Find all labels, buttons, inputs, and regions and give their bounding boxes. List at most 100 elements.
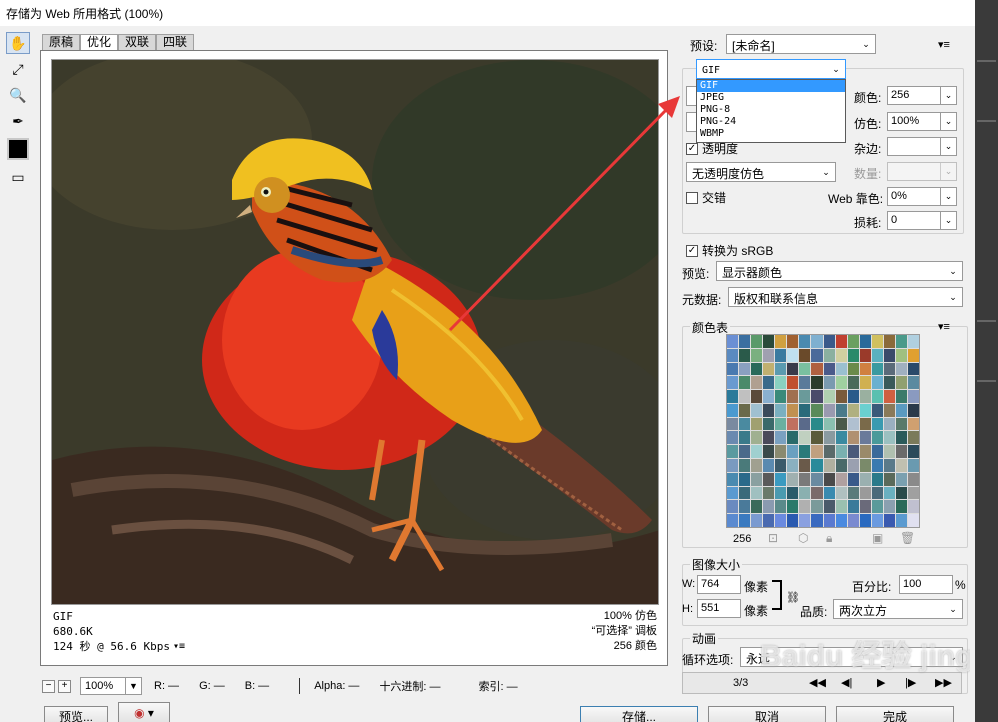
palette-swatch[interactable]: [859, 472, 871, 486]
palette-swatch[interactable]: [835, 403, 847, 417]
palette-swatch[interactable]: [907, 500, 919, 514]
save-button[interactable]: 存储...: [580, 706, 698, 722]
palette-swatch[interactable]: [811, 500, 823, 514]
palette-swatch[interactable]: [811, 514, 823, 527]
interlaced-checkbox[interactable]: 交错: [686, 189, 726, 206]
palette-swatch[interactable]: [907, 362, 919, 376]
palette-swatch[interactable]: [727, 459, 739, 472]
palette-swatch[interactable]: [835, 376, 847, 390]
palette-swatch[interactable]: [739, 514, 751, 527]
palette-swatch[interactable]: [823, 431, 835, 445]
color-palette-grid[interactable]: [726, 334, 920, 528]
palette-swatch[interactable]: [895, 403, 907, 417]
palette-swatch[interactable]: [763, 459, 775, 472]
palette-swatch[interactable]: [835, 500, 847, 514]
palette-swatch[interactable]: [883, 417, 895, 431]
palette-swatch[interactable]: [775, 445, 787, 459]
amount-input[interactable]: ⌄: [887, 162, 957, 181]
palette-swatch[interactable]: [859, 459, 871, 472]
palette-swatch[interactable]: [739, 431, 751, 445]
palette-swatch[interactable]: [811, 486, 823, 500]
quality-select[interactable]: 两次立方 ⌄: [833, 599, 963, 619]
transparency-dither-select[interactable]: 无透明度仿色 ⌄: [686, 162, 836, 182]
width-input[interactable]: 764: [697, 575, 741, 594]
tab-4-up[interactable]: 四联: [156, 34, 195, 50]
palette-swatch[interactable]: [823, 417, 835, 431]
palette-swatch[interactable]: [763, 362, 775, 376]
format-option-png8[interactable]: PNG-8: [697, 104, 845, 116]
palette-swatch[interactable]: [895, 459, 907, 472]
palette-swatch[interactable]: [799, 403, 811, 417]
palette-swatch[interactable]: [883, 514, 895, 527]
palette-swatch[interactable]: [811, 445, 823, 459]
palette-swatch[interactable]: [883, 486, 895, 500]
palette-swatch[interactable]: [895, 445, 907, 459]
palette-swatch[interactable]: [871, 445, 883, 459]
palette-swatch[interactable]: [871, 486, 883, 500]
palette-swatch[interactable]: [739, 500, 751, 514]
eyedropper-tool-icon[interactable]: ✒: [6, 110, 30, 132]
palette-swatch[interactable]: [871, 335, 883, 348]
preview-image[interactable]: [51, 59, 659, 605]
palette-swatch[interactable]: [907, 514, 919, 527]
palette-swatch[interactable]: [883, 362, 895, 376]
palette-swatch[interactable]: [871, 403, 883, 417]
palette-swatch[interactable]: [799, 445, 811, 459]
palette-swatch[interactable]: [787, 459, 799, 472]
palette-swatch[interactable]: [823, 459, 835, 472]
palette-swatch[interactable]: [751, 348, 763, 362]
palette-swatch[interactable]: [823, 362, 835, 376]
palette-swatch[interactable]: [763, 390, 775, 403]
palette-swatch[interactable]: [859, 486, 871, 500]
palette-swatch[interactable]: [823, 486, 835, 500]
palette-swatch[interactable]: [739, 417, 751, 431]
palette-swatch[interactable]: [835, 335, 847, 348]
palette-swatch[interactable]: [907, 486, 919, 500]
palette-swatch[interactable]: [907, 403, 919, 417]
palette-swatch[interactable]: [799, 417, 811, 431]
palette-swatch[interactable]: [775, 514, 787, 527]
palette-swatch[interactable]: [871, 348, 883, 362]
palette-swatch[interactable]: [763, 431, 775, 445]
palette-swatch[interactable]: [907, 348, 919, 362]
palette-swatch[interactable]: [799, 431, 811, 445]
palette-swatch[interactable]: [811, 348, 823, 362]
palette-swatch[interactable]: [871, 514, 883, 527]
palette-swatch[interactable]: [847, 362, 859, 376]
palette-swatch[interactable]: [727, 362, 739, 376]
palette-swatch[interactable]: [751, 376, 763, 390]
map-web-safe-icon[interactable]: ⊡: [768, 531, 778, 545]
palette-swatch[interactable]: [871, 390, 883, 403]
lossy-input[interactable]: 0 ⌄: [887, 211, 957, 230]
palette-swatch[interactable]: [835, 486, 847, 500]
palette-swatch[interactable]: [775, 376, 787, 390]
palette-swatch[interactable]: [751, 390, 763, 403]
palette-swatch[interactable]: [883, 445, 895, 459]
format-select[interactable]: GIF ⌄: [696, 59, 846, 79]
palette-swatch[interactable]: [811, 390, 823, 403]
palette-swatch[interactable]: [847, 376, 859, 390]
palette-swatch[interactable]: [895, 486, 907, 500]
convert-srgb-checkbox[interactable]: ✓ 转换为 sRGB: [686, 242, 773, 259]
palette-swatch[interactable]: [787, 376, 799, 390]
palette-swatch[interactable]: [775, 403, 787, 417]
palette-swatch[interactable]: [727, 417, 739, 431]
palette-swatch[interactable]: [739, 445, 751, 459]
palette-swatch[interactable]: [871, 431, 883, 445]
palette-swatch[interactable]: [727, 376, 739, 390]
palette-swatch[interactable]: [763, 348, 775, 362]
palette-swatch[interactable]: [739, 472, 751, 486]
palette-swatch[interactable]: [727, 348, 739, 362]
palette-swatch[interactable]: [859, 390, 871, 403]
palette-swatch[interactable]: [835, 445, 847, 459]
format-option-png24[interactable]: PNG-24: [697, 116, 845, 128]
palette-swatch[interactable]: [763, 376, 775, 390]
palette-swatch[interactable]: [907, 445, 919, 459]
palette-swatch[interactable]: [907, 335, 919, 348]
colors-input[interactable]: 256 ⌄: [887, 86, 957, 105]
palette-swatch[interactable]: [787, 362, 799, 376]
palette-swatch[interactable]: [787, 445, 799, 459]
toggle-slices-icon[interactable]: ▭: [6, 166, 30, 188]
palette-swatch[interactable]: [763, 514, 775, 527]
lock-icon[interactable]: 🔒︎: [826, 531, 832, 546]
